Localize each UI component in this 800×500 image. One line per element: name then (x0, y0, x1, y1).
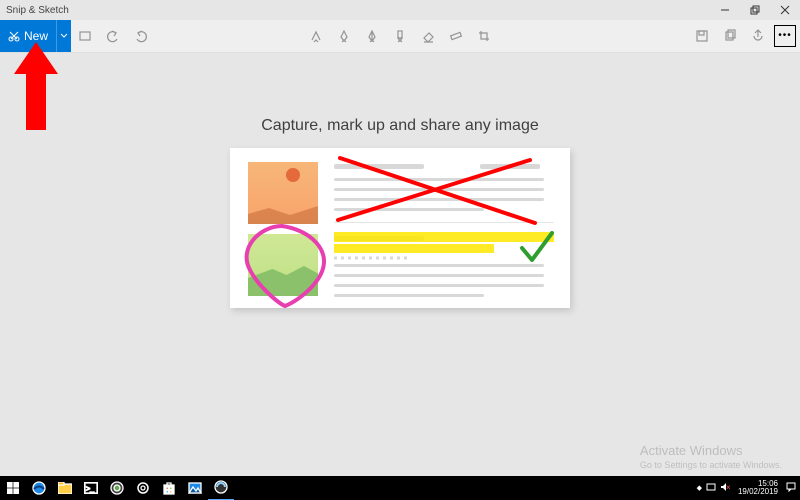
touch-writing-button (302, 20, 330, 52)
system-tray[interactable]: ◆ × 15:06 19/02/2019 (697, 480, 800, 496)
new-snip-dropdown[interactable] (56, 20, 71, 52)
scissors-icon (8, 30, 20, 42)
pencil-button (358, 20, 386, 52)
window-title: Snip & Sketch (6, 5, 69, 16)
tray-volume-icon[interactable]: × (720, 482, 730, 494)
share-button (744, 20, 772, 52)
close-button[interactable] (770, 0, 800, 20)
taskbar-terminal[interactable]: >_ (78, 476, 104, 500)
tray-date: 19/02/2019 (738, 488, 778, 496)
save-button (688, 20, 716, 52)
tray-network-icon[interactable] (706, 482, 716, 494)
canvas-empty-state: Capture, mark up and share any image (0, 52, 800, 476)
watermark-line1: Activate Windows (640, 443, 782, 458)
copy-button (716, 20, 744, 52)
taskbar-photos[interactable] (182, 476, 208, 500)
ellipsis-icon: ••• (778, 31, 792, 41)
title-bar: Snip & Sketch (0, 0, 800, 20)
taskbar: >_ ◆ × 15:06 19/02/2019 (0, 476, 800, 500)
new-snip-label: New (24, 29, 48, 43)
tray-corner-icon[interactable]: ◆ (697, 484, 702, 492)
crop-button (470, 20, 498, 52)
toolbar: New ••• (0, 20, 800, 53)
start-button[interactable] (0, 476, 26, 500)
eraser-button (414, 20, 442, 52)
watermark-line2: Go to Settings to activate Windows. (640, 460, 782, 470)
taskbar-snip-sketch[interactable] (208, 475, 234, 500)
svg-text:>_: >_ (86, 486, 94, 493)
redo-button (127, 20, 155, 52)
svg-text:×: × (726, 483, 730, 492)
taskbar-app-1[interactable] (104, 476, 130, 500)
ruler-button (442, 20, 470, 52)
undo-button (99, 20, 127, 52)
taskbar-file-explorer[interactable] (52, 476, 78, 500)
taskbar-store[interactable] (156, 476, 182, 500)
taskbar-settings[interactable] (130, 476, 156, 500)
tray-action-center-icon[interactable] (786, 482, 796, 494)
maximize-button[interactable] (740, 0, 770, 20)
minimize-button[interactable] (710, 0, 740, 20)
promo-thumb-balloon (248, 162, 318, 224)
windows-activation-watermark: Activate Windows Go to Settings to activ… (640, 443, 782, 470)
tray-clock[interactable]: 15:06 19/02/2019 (734, 480, 782, 496)
promo-thumb-hills (248, 234, 318, 296)
taskbar-edge[interactable] (26, 476, 52, 500)
promo-illustration (230, 148, 570, 308)
open-file-button[interactable] (71, 20, 99, 52)
annotation-arrow (14, 42, 58, 130)
more-options-button[interactable]: ••• (774, 25, 796, 47)
empty-state-headline: Capture, mark up and share any image (261, 117, 538, 135)
ballpoint-pen-button (330, 20, 358, 52)
highlighter-button (386, 20, 414, 52)
